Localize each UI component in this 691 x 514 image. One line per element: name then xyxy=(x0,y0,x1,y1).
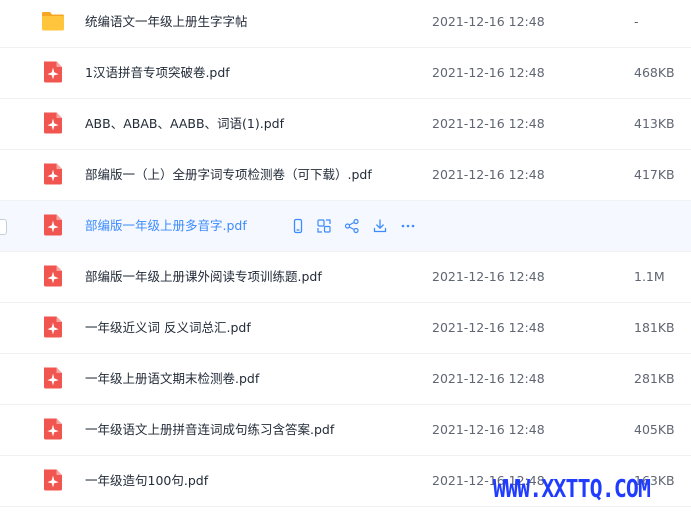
file-row[interactable]: 部编版一年级上册课外阅读专项训练题.pdf 2021-12-16 12:48 1… xyxy=(0,252,691,303)
file-time: 2021-12-16 12:48 xyxy=(432,14,545,29)
file-name[interactable]: 部编版一（上）全册字词专项检测卷（可下载）.pdf xyxy=(85,150,372,200)
file-row[interactable]: ABB、ABAB、AABB、词语(1).pdf 2021-12-16 12:48… xyxy=(0,99,691,150)
pdf-icon xyxy=(41,162,65,186)
pdf-icon xyxy=(41,264,65,288)
file-row[interactable]: 部编版一（上）全册字词专项检测卷（可下载）.pdf 2021-12-16 12:… xyxy=(0,150,691,201)
file-name[interactable]: 一年级造句100句.pdf xyxy=(85,456,208,506)
file-size: 1.1M xyxy=(634,269,665,284)
file-size: 417KB xyxy=(634,167,675,182)
row-checkbox[interactable] xyxy=(0,219,7,235)
pdf-icon xyxy=(41,315,65,339)
file-row[interactable]: 一年级上册语文期末检测卷.pdf 2021-12-16 12:48 281KB xyxy=(0,354,691,405)
file-size: 405KB xyxy=(634,422,675,437)
file-name[interactable]: 1汉语拼音专项突破卷.pdf xyxy=(85,48,230,98)
pdf-icon xyxy=(41,60,65,84)
file-size: - xyxy=(634,14,639,29)
folder-icon xyxy=(41,9,65,33)
more-icon[interactable] xyxy=(398,215,418,237)
file-row[interactable]: 一年级近义词 反义词总汇.pdf 2021-12-16 12:48 181KB xyxy=(0,303,691,354)
pdf-icon xyxy=(41,213,65,237)
copy-icon[interactable] xyxy=(314,215,334,237)
file-time: 2021-12-16 12:48 xyxy=(432,371,545,386)
file-time: 2021-12-16 12:48 xyxy=(432,116,545,131)
file-name[interactable]: ABB、ABAB、AABB、词语(1).pdf xyxy=(85,99,284,149)
file-time: 2021-12-16 12:48 xyxy=(432,167,545,182)
file-row-hovered[interactable]: 部编版一年级上册多音字.pdf xyxy=(0,201,691,252)
file-name[interactable]: 一年级上册语文期末检测卷.pdf xyxy=(85,354,259,404)
pdf-icon xyxy=(41,468,65,492)
pdf-icon xyxy=(41,417,65,441)
file-row[interactable]: 1汉语拼音专项突破卷.pdf 2021-12-16 12:48 468KB xyxy=(0,48,691,99)
file-row[interactable]: 统编语文一年级上册生字字帖 2021-12-16 12:48 - xyxy=(0,0,691,48)
file-size: 181KB xyxy=(634,320,675,335)
file-name[interactable]: 部编版一年级上册课外阅读专项训练题.pdf xyxy=(85,252,322,302)
download-icon[interactable] xyxy=(370,215,390,237)
watermark: WWW.XXTTQ.COM xyxy=(493,474,651,503)
file-name[interactable]: 一年级近义词 反义词总汇.pdf xyxy=(85,303,251,353)
file-size: 281KB xyxy=(634,371,675,386)
file-time: 2021-12-16 12:48 xyxy=(432,320,545,335)
file-name[interactable]: 一年级语文上册拼音连词成句练习含答案.pdf xyxy=(85,405,334,455)
file-size: 413KB xyxy=(634,116,675,131)
file-time: 2021-12-16 12:48 xyxy=(432,422,545,437)
file-name[interactable]: 部编版一年级上册多音字.pdf xyxy=(85,201,247,251)
file-row[interactable]: 一年级语文上册拼音连词成句练习含答案.pdf 2021-12-16 12:48 … xyxy=(0,405,691,456)
pdf-icon xyxy=(41,366,65,390)
file-size: 468KB xyxy=(634,65,675,80)
share-icon[interactable] xyxy=(342,215,362,237)
file-name[interactable]: 统编语文一年级上册生字字帖 xyxy=(85,0,248,47)
file-time: 2021-12-16 12:48 xyxy=(432,65,545,80)
file-time: 2021-12-16 12:48 xyxy=(432,269,545,284)
phone-icon[interactable] xyxy=(288,215,308,237)
pdf-icon xyxy=(41,111,65,135)
